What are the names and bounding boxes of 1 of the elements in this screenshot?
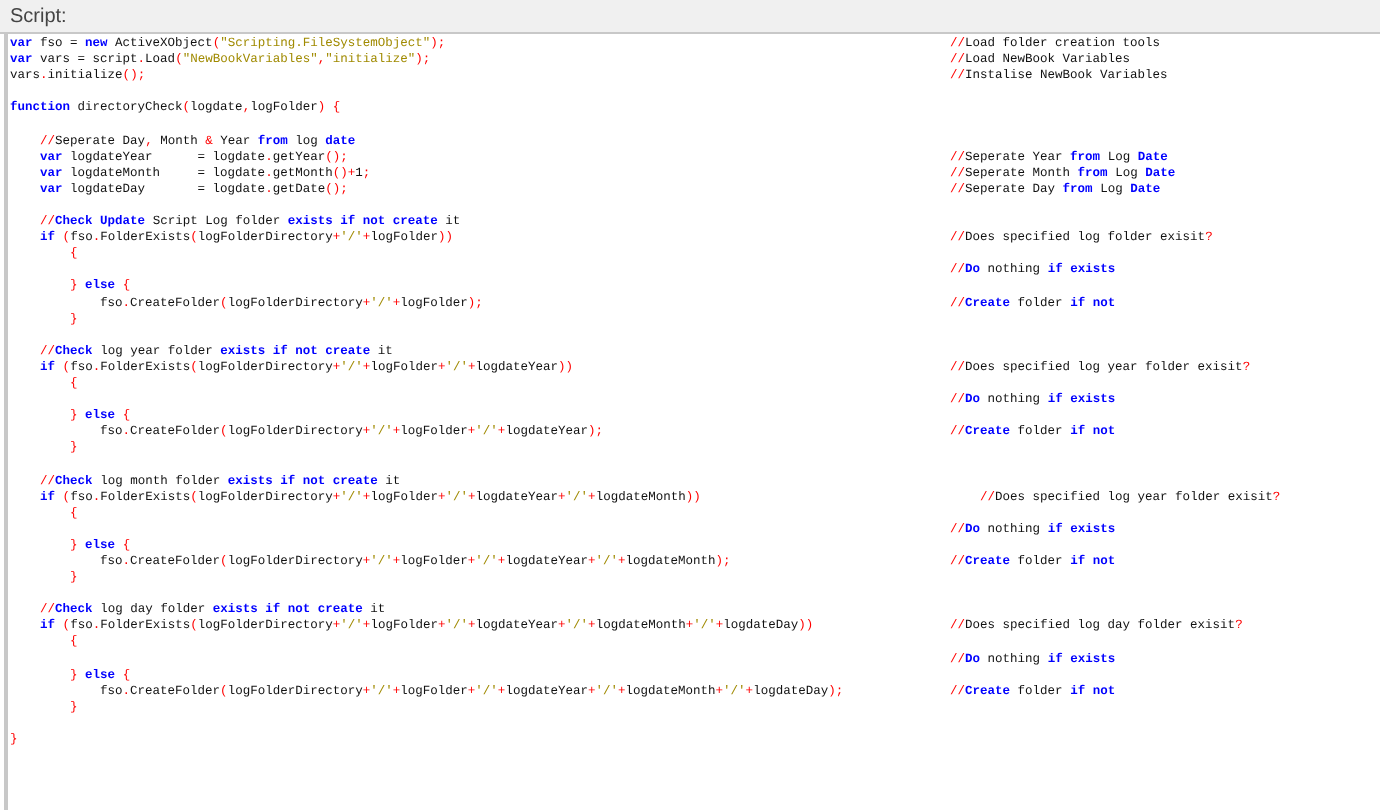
panel-title: Script:: [10, 3, 67, 31]
